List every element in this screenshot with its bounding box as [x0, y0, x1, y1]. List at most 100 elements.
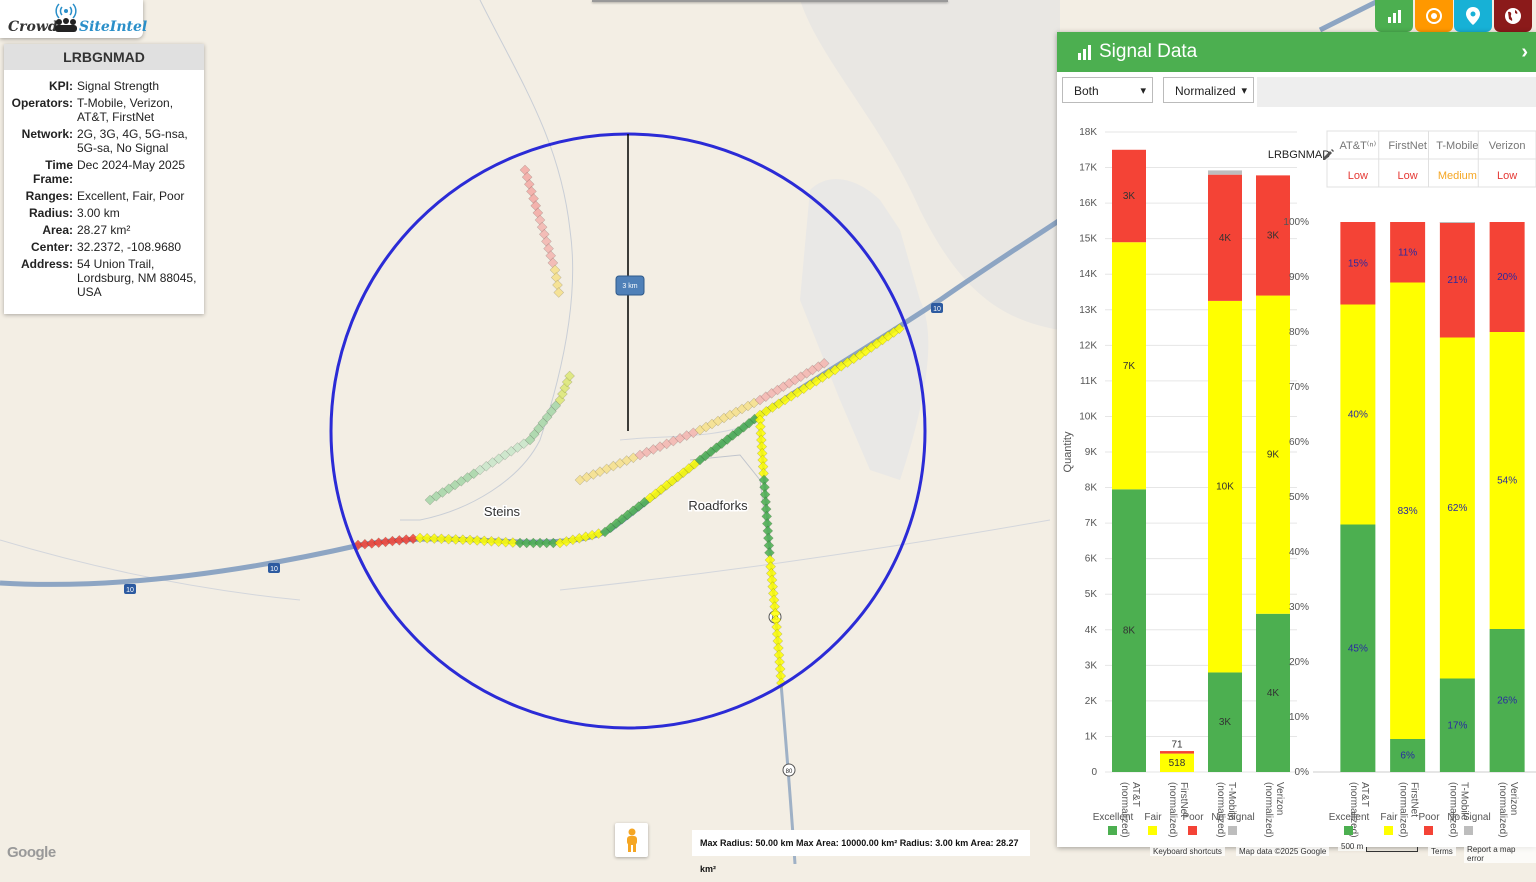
- legend-swatch[interactable]: [1424, 826, 1433, 835]
- normalization-select[interactable]: Normalized: [1163, 77, 1254, 104]
- target-button[interactable]: [1415, 0, 1453, 32]
- y-tick-label: 70%: [1289, 382, 1309, 393]
- report-info-box: LRBGNMAD KPI: Signal Strength Operators: T…: [4, 44, 204, 314]
- data-label: 26%: [1497, 696, 1517, 707]
- google-logo: Google: [7, 844, 56, 861]
- svg-text:80: 80: [786, 769, 793, 775]
- keyboard-shortcuts-link[interactable]: Keyboard shortcuts: [1150, 847, 1225, 856]
- data-label: 6%: [1400, 751, 1415, 762]
- us-route-shield: 80: [782, 763, 796, 777]
- radius-label[interactable]: 3 km: [615, 275, 645, 296]
- radius-stats-bar: Max Radius: 50.00 km Max Area: 10000.00 …: [692, 830, 1030, 874]
- legend-label: Poor: [1418, 812, 1440, 823]
- y-tick-label: 9K: [1085, 447, 1098, 458]
- interstate-shield: 10: [124, 584, 136, 594]
- terms-link[interactable]: Terms: [1428, 847, 1456, 856]
- info-row-network: Network: 2G, 3G, 4G, 5G-nsa, 5G-sa, No Si…: [4, 127, 204, 155]
- bar-chart-icon: [1078, 45, 1091, 60]
- map-data-attribution: Map data ©2025 Google: [1236, 847, 1330, 856]
- y-tick-label: 10K: [1079, 411, 1097, 422]
- pegman-icon: [626, 828, 637, 852]
- y-tick-label: 90%: [1289, 272, 1309, 283]
- street-view-pegman[interactable]: [615, 823, 648, 857]
- legend-label: No Signal: [1447, 812, 1490, 823]
- legend-swatch[interactable]: [1108, 826, 1117, 835]
- y-tick-label: 0%: [1295, 767, 1310, 778]
- info-value: 2G, 3G, 4G, 5G-nsa, 5G-sa, No Signal: [77, 127, 188, 155]
- x-tick-label: Verizon(normalized): [1263, 782, 1285, 838]
- y-tick-label: 50%: [1289, 492, 1309, 503]
- signal-data-panel: Signal Data › Both Normalized 0 1K 2K 3K 4K 5…: [1057, 32, 1536, 847]
- info-value: Signal Strength: [77, 79, 160, 93]
- y-tick-label: 2K: [1085, 696, 1098, 707]
- search-bar-edge: [592, 0, 948, 2]
- info-row-address: Address: 54 Union Trail, Lordsburg, NM 88…: [4, 257, 204, 299]
- legend-swatch[interactable]: [1188, 826, 1197, 835]
- chart-view-button[interactable]: [1375, 0, 1413, 32]
- y-tick-label: 1K: [1085, 731, 1098, 742]
- bar-segment[interactable]: [1208, 170, 1242, 175]
- data-label: 83%: [1398, 506, 1418, 517]
- data-label: 7K: [1123, 361, 1136, 372]
- info-row-timeframe: Time Frame: Dec 2024-May 2025: [4, 158, 204, 186]
- info-key: Network:: [21, 127, 73, 141]
- y-tick-label: 10%: [1289, 712, 1309, 723]
- y-tick-label: 11K: [1080, 376, 1097, 387]
- legend-label: Excellent: [1093, 812, 1134, 823]
- report-title: LRBGNMAD: [4, 44, 204, 70]
- operator-mode-select[interactable]: Both: [1062, 77, 1153, 104]
- legend-label: Fair: [1144, 812, 1162, 823]
- operator-header: Verizon: [1489, 140, 1526, 152]
- svg-text:3 km: 3 km: [622, 283, 637, 290]
- panel-title: Signal Data: [1099, 41, 1198, 62]
- info-key: Radius:: [28, 206, 73, 220]
- data-label: 4K: [1267, 688, 1280, 699]
- legend-swatch[interactable]: [1344, 826, 1353, 835]
- data-label: 54%: [1497, 476, 1517, 487]
- crowd-icon: [55, 18, 77, 32]
- place-label-steins: Steins: [484, 504, 521, 519]
- data-label: 71: [1171, 739, 1183, 750]
- info-row-center: Center: 32.2372, -108.9680: [4, 240, 204, 254]
- info-value: Excellent, Fair, Poor: [77, 189, 185, 203]
- data-label: 15%: [1348, 258, 1368, 269]
- info-row-kpi: KPI: Signal Strength: [4, 79, 204, 93]
- panel-header: Signal Data ›: [1057, 32, 1536, 72]
- operator-rating: Low: [1398, 170, 1418, 182]
- y-tick-label: 20%: [1289, 657, 1309, 668]
- globe-button[interactable]: [1494, 0, 1532, 32]
- info-key: KPI:: [49, 79, 73, 93]
- x-tick-label: FirstNet(normalized): [1398, 782, 1420, 838]
- data-label: 518: [1169, 758, 1186, 769]
- y-tick-label: 6K: [1085, 554, 1098, 565]
- location-button[interactable]: [1454, 0, 1492, 32]
- place-label-roadforks: Roadforks: [688, 498, 748, 513]
- legend-swatch[interactable]: [1148, 826, 1157, 835]
- legend-swatch[interactable]: [1464, 826, 1473, 835]
- info-row-ranges: Ranges: Excellent, Fair, Poor: [4, 189, 204, 203]
- bar-segment[interactable]: [1439, 222, 1475, 223]
- map-scale[interactable]: 500 m: [1338, 842, 1367, 851]
- percent-chart: 0% 10% 20% 30% 40% 50% 60% 70% 80% 90% 100% AT&T⁽ⁿ⁾…: [1283, 130, 1536, 838]
- data-label: 3K: [1267, 230, 1280, 241]
- report-map-error-link[interactable]: Report a map error: [1464, 845, 1536, 863]
- target-icon: [1426, 8, 1442, 24]
- info-value: 3.00 km: [77, 206, 120, 220]
- legend-swatch[interactable]: [1228, 826, 1237, 835]
- app-logo[interactable]: Crowd SiteIntel: [0, 0, 147, 38]
- data-label: 8K: [1123, 626, 1136, 637]
- globe-icon: [1505, 8, 1521, 24]
- y-tick-label: 100%: [1283, 217, 1309, 228]
- chart-title: LRBGNMAD: [1268, 149, 1330, 161]
- info-value: 28.27 km²: [77, 223, 131, 237]
- x-tick-label: FirstNet(normalized): [1167, 782, 1189, 838]
- svg-text:10: 10: [126, 587, 134, 594]
- data-label: 20%: [1497, 272, 1517, 283]
- info-key: Ranges:: [25, 189, 73, 203]
- chevron-right-icon[interactable]: ›: [1521, 41, 1528, 64]
- map-scale-bar: [1366, 847, 1418, 852]
- y-tick-label: 0: [1091, 767, 1097, 778]
- legend-swatch[interactable]: [1384, 826, 1393, 835]
- y-tick-label: 80%: [1289, 327, 1309, 338]
- bar-segment[interactable]: [1160, 751, 1194, 754]
